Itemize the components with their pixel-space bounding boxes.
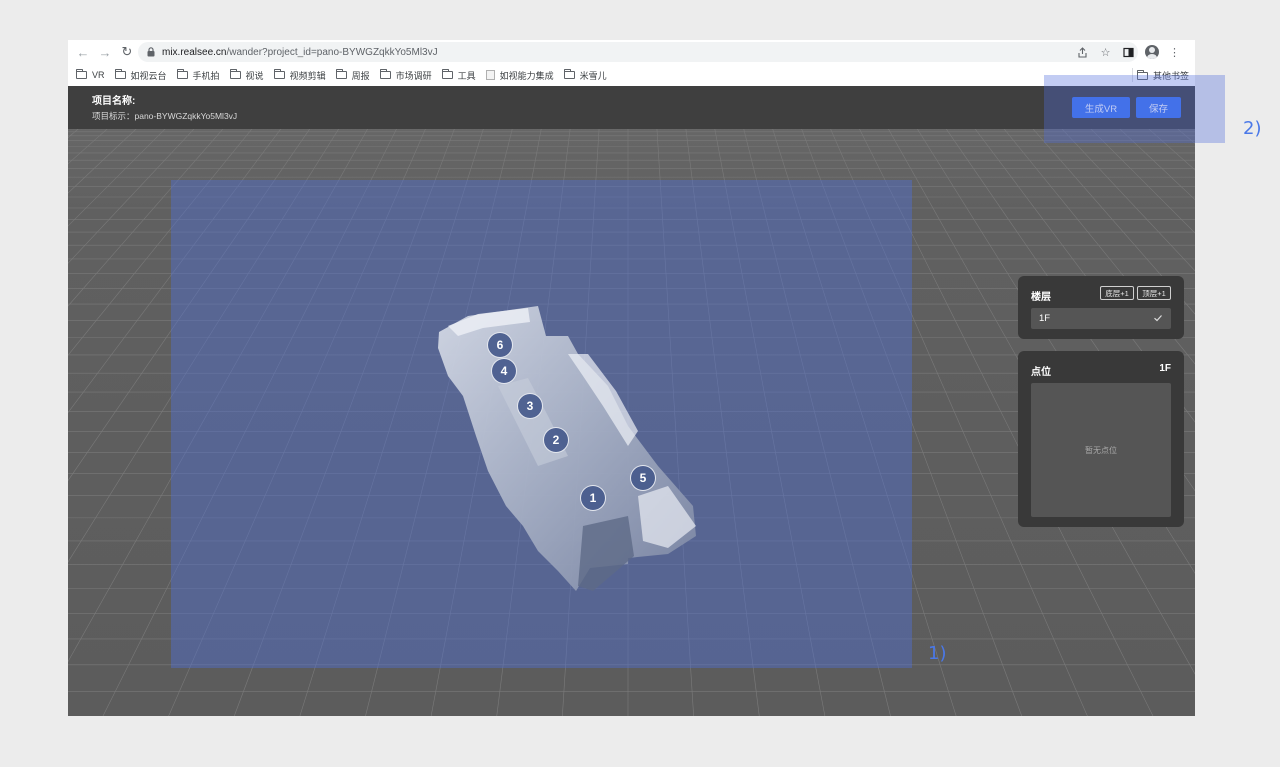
floor-select[interactable]: 1F bbox=[1031, 308, 1171, 329]
points-list-empty: 暂无点位 bbox=[1031, 383, 1171, 517]
highlight-region-2 bbox=[1044, 75, 1225, 143]
address-bar-row: ← → ↻ mix.realsee.cn/wander?project_id=p… bbox=[68, 40, 1195, 64]
address-bar-actions: ☆ ⋮ bbox=[1072, 42, 1185, 62]
project-name-label: 项目名称: bbox=[92, 96, 136, 107]
empty-state-text: 暂无点位 bbox=[1085, 445, 1117, 455]
bookmark-item[interactable]: 周报 bbox=[335, 69, 370, 82]
kebab-menu-icon[interactable]: ⋮ bbox=[1164, 42, 1185, 62]
project-id: 项目标示：pano-BYWGZqkkYo5Ml3vJ bbox=[92, 111, 238, 121]
folder-icon bbox=[563, 69, 575, 79]
side-panel-icon[interactable] bbox=[1118, 42, 1139, 62]
point-marker-5[interactable]: 5 bbox=[630, 465, 656, 491]
point-marker-2[interactable]: 2 bbox=[543, 427, 569, 453]
floor-panel-title: 楼层 bbox=[1031, 292, 1051, 303]
point-marker-4[interactable]: 4 bbox=[491, 358, 517, 384]
bookmark-item[interactable]: 市场调研 bbox=[379, 69, 432, 82]
forward-arrow-icon[interactable]: → bbox=[94, 41, 116, 63]
reload-icon[interactable]: ↻ bbox=[116, 41, 138, 63]
url-host: mix.realsee.cn bbox=[162, 46, 227, 58]
add-top-floor-button[interactable]: 顶层+1 bbox=[1137, 286, 1171, 300]
folder-icon bbox=[379, 69, 391, 79]
profile-avatar-icon[interactable] bbox=[1141, 42, 1162, 62]
bookmark-item[interactable]: 如视能力集成 bbox=[485, 69, 554, 82]
bookmark-item[interactable]: 视说 bbox=[229, 69, 264, 82]
add-bottom-floor-button[interactable]: 底层+1 bbox=[1100, 286, 1134, 300]
annotation-label-2: 2) bbox=[1243, 118, 1262, 139]
points-floor-label: 1F bbox=[1159, 363, 1171, 374]
point-marker-6[interactable]: 6 bbox=[487, 332, 513, 358]
bookmark-item[interactable]: 工具 bbox=[441, 69, 476, 82]
points-panel-title: 点位 bbox=[1031, 367, 1051, 378]
annotation-label-1: 1) bbox=[928, 643, 947, 664]
app-header: 项目名称: 项目标示：pano-BYWGZqkkYo5Ml3vJ 生成VR 保存 bbox=[68, 86, 1195, 129]
share-icon[interactable] bbox=[1072, 42, 1093, 62]
folder-icon bbox=[76, 69, 87, 79]
point-marker-3[interactable]: 3 bbox=[517, 393, 543, 419]
model-viewport[interactable]: 6 4 3 2 5 1 项目名称: 项目标示：pano-BYWGZqkkYo5M… bbox=[68, 86, 1195, 716]
folder-icon bbox=[441, 69, 453, 79]
folder-icon bbox=[229, 69, 241, 79]
folder-icon bbox=[176, 69, 188, 79]
bookmarks-bar: VR 如视云台 手机拍 视说 视频剪辑 周报 市场调研 工具 如视能力集成 米雪… bbox=[68, 64, 1195, 86]
points-panel: 点位 1F 暂无点位 bbox=[1018, 351, 1184, 527]
address-bar[interactable]: mix.realsee.cn/wander?project_id=pano-BY… bbox=[138, 42, 1138, 62]
folder-icon bbox=[273, 69, 285, 79]
folder-icon bbox=[114, 69, 126, 79]
back-arrow-icon[interactable]: ← bbox=[72, 41, 94, 63]
browser-window: ← → ↻ mix.realsee.cn/wander?project_id=p… bbox=[68, 40, 1195, 716]
bookmark-item[interactable]: 手机拍 bbox=[176, 69, 220, 82]
bookmark-item[interactable]: 视频剪辑 bbox=[273, 69, 326, 82]
check-icon bbox=[1154, 315, 1162, 322]
point-marker-1[interactable]: 1 bbox=[580, 485, 606, 511]
selected-floor: 1F bbox=[1039, 313, 1051, 324]
page-icon bbox=[485, 70, 495, 80]
lock-icon bbox=[147, 47, 155, 57]
bookmark-item[interactable]: 如视云台 bbox=[114, 69, 167, 82]
floor-panel: 楼层 底层+1 顶层+1 1F bbox=[1018, 276, 1184, 339]
url-path: /wander?project_id=pano-BYWGZqkkYo5Ml3vJ bbox=[226, 46, 438, 58]
bookmark-star-icon[interactable]: ☆ bbox=[1095, 42, 1116, 62]
bookmark-item[interactable]: VR bbox=[76, 69, 105, 80]
folder-icon bbox=[335, 69, 347, 79]
bookmark-item[interactable]: 米雪儿 bbox=[563, 69, 607, 82]
